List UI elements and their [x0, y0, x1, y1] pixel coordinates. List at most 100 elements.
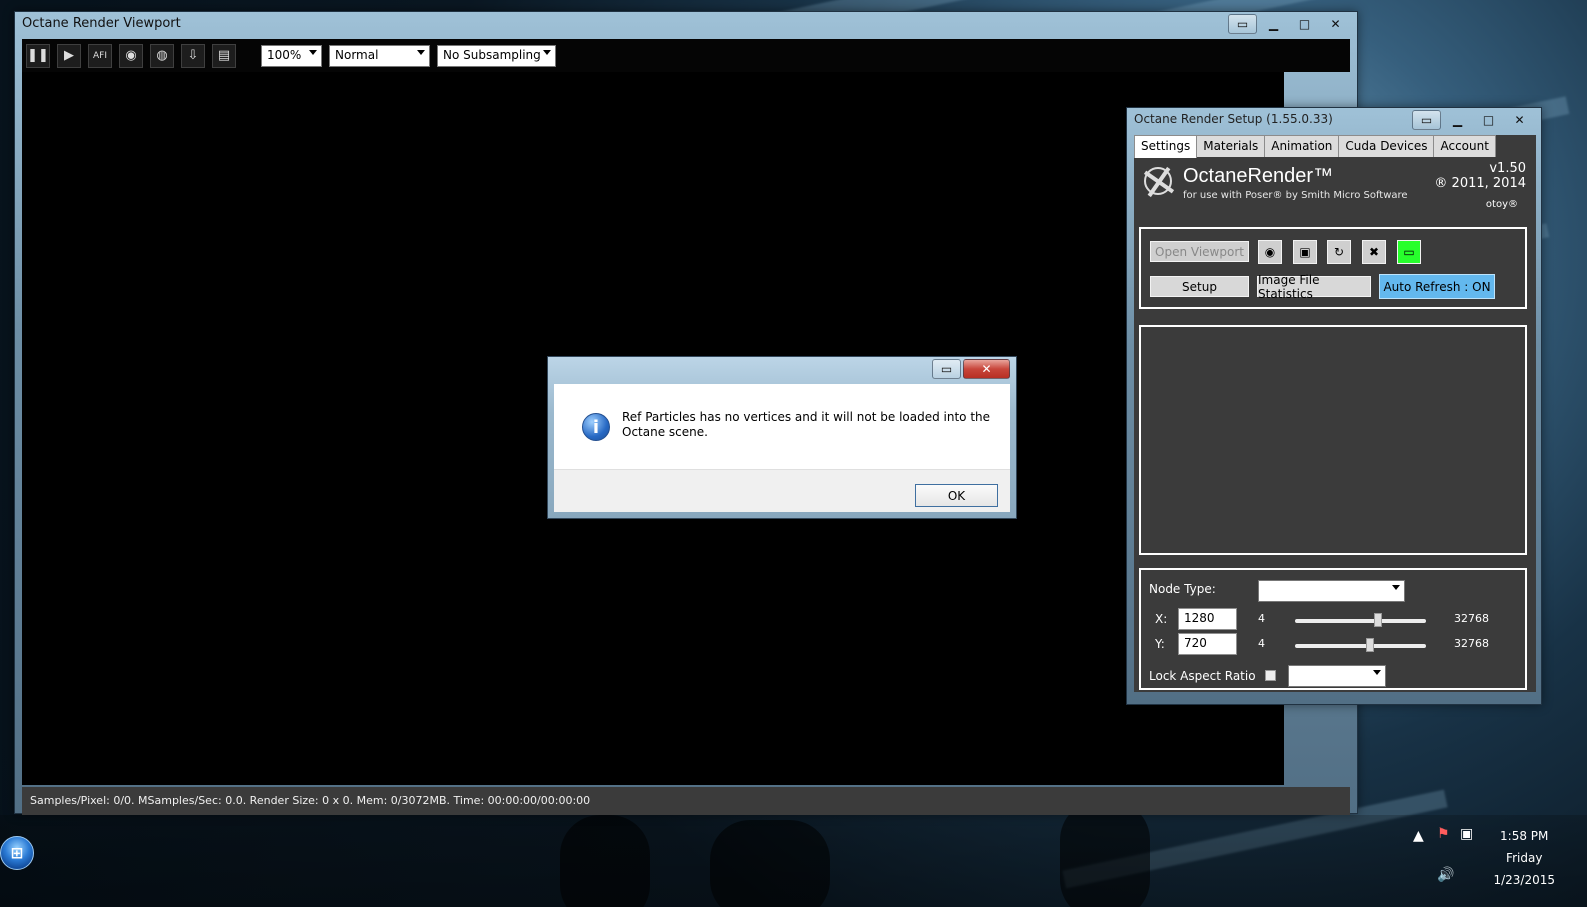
close-icon[interactable]: ✕ [1321, 14, 1350, 34]
x-slider-track[interactable] [1295, 619, 1426, 623]
chevron-down-icon [1392, 585, 1400, 590]
node-type-select[interactable] [1258, 580, 1405, 602]
restore-float-icon[interactable]: ▭ [1228, 14, 1257, 34]
tab-settings[interactable]: Settings [1134, 135, 1198, 158]
subsampling-value: No Subsampling [443, 47, 541, 62]
clock-date: 1/23/2015 [1493, 873, 1555, 887]
chevron-down-icon [309, 49, 317, 55]
y-field[interactable]: 720 [1178, 633, 1237, 655]
show-hidden-icons-icon[interactable]: ▲ [1413, 828, 1424, 844]
brand-name: OctaneRender™ [1183, 165, 1334, 187]
preview-panel [1139, 325, 1527, 555]
clock-time: 1:58 PM [1500, 829, 1549, 843]
tab-account[interactable]: Account [1433, 135, 1496, 157]
tab-cuda-devices[interactable]: Cuda Devices [1338, 135, 1435, 157]
save-icon: ▣ [1299, 245, 1311, 259]
image-file-statistics-button[interactable]: Image File Statistics [1257, 273, 1371, 301]
setup-title: Octane Render Setup (1.55.0.33) [1134, 112, 1333, 126]
camera-icon: ◉ [125, 48, 137, 63]
maximize-icon[interactable]: □ [1290, 14, 1319, 34]
x-max-label: 32768 [1454, 612, 1489, 625]
render-mode-value: Normal [335, 47, 379, 62]
restore-float-icon[interactable]: ▭ [932, 359, 961, 379]
setup-content: Settings Materials Animation Cuda Device… [1134, 135, 1536, 692]
document-icon: ▤ [217, 48, 231, 63]
node-settings-panel: Node Type: X: 1280 4 32768 Y: 720 4 3276… [1139, 568, 1527, 690]
y-max-label: 32768 [1454, 637, 1489, 650]
refresh-button[interactable]: ↻ [1327, 240, 1351, 264]
dialog-footer: OK [554, 469, 1010, 512]
refresh-icon: ↻ [1333, 245, 1345, 259]
dialog-caption-buttons: ▭ ✕ [932, 359, 1010, 379]
clock[interactable]: 1:58 PM Friday 1/23/2015 [1493, 825, 1555, 891]
viewport-controls-panel: Open Viewport ◉ ▣ ↻ ✖ ▭ Setup Image File… [1139, 227, 1527, 309]
x-label: X: [1155, 612, 1168, 626]
brand-header: OctaneRender™ for use with Poser® by Smi… [1134, 157, 1536, 217]
brand-version-block: v1.50 ® 2011, 2014 [1434, 161, 1526, 191]
x-min-label: 4 [1258, 612, 1265, 625]
lock-aspect-ratio-label: Lock Aspect Ratio [1149, 669, 1256, 683]
aspect-preset-select[interactable] [1288, 665, 1386, 687]
restore-float-icon[interactable]: ▭ [1412, 110, 1441, 130]
play-button[interactable]: ▶ [57, 43, 81, 68]
chevron-down-icon [1373, 670, 1381, 675]
windows-logo-icon: ⊞ [10, 844, 24, 862]
copyright-years: ® 2011, 2014 [1434, 176, 1526, 191]
message-dialog: ▭ ✕ i Ref Particles has no vertices and … [547, 356, 1017, 519]
auto-refresh-toggle[interactable]: Auto Refresh : ON [1379, 274, 1495, 299]
setup-titlebar[interactable]: Octane Render Setup (1.55.0.33) ▭ ▁ □ ✕ [1127, 108, 1541, 132]
minimize-icon[interactable]: ▁ [1443, 110, 1472, 130]
viewport-toolbar: ❚❚ ▶ AFI ◉ ◍ ⇩ ▤ 100% Normal No Subsampl… [22, 39, 1350, 72]
viewport-title: Octane Render Viewport [22, 16, 181, 31]
minimize-icon[interactable]: ▁ [1259, 14, 1288, 34]
node-type-label: Node Type: [1149, 582, 1216, 596]
afi-icon: AFI [93, 50, 107, 61]
setup-window: Octane Render Setup (1.55.0.33) ▭ ▁ □ ✕ … [1126, 107, 1542, 705]
tab-materials[interactable]: Materials [1196, 135, 1266, 157]
save-button[interactable]: ▣ [1293, 240, 1317, 264]
start-button[interactable]: ⊞ [0, 836, 34, 870]
volume-icon[interactable]: 🔊 [1437, 867, 1454, 883]
eye-button[interactable]: ◉ [1258, 240, 1282, 264]
maximize-icon[interactable]: □ [1474, 110, 1503, 130]
network-icon[interactable]: ▣ [1460, 826, 1473, 842]
chevron-down-icon [543, 49, 551, 55]
camera-button[interactable]: ◉ [119, 43, 143, 68]
pause-button[interactable]: ❚❚ [26, 43, 50, 68]
close-icon[interactable]: ✕ [1505, 110, 1534, 130]
play-icon: ▶ [64, 48, 74, 63]
close-icon[interactable]: ✕ [963, 359, 1010, 379]
viewport-caption-buttons: ▭ ▁ □ ✕ [1228, 14, 1350, 34]
lock-aspect-ratio-checkbox[interactable] [1265, 670, 1276, 681]
version-text: v1.50 [1489, 161, 1526, 176]
pause-icon: ❚❚ [27, 48, 49, 63]
display-button[interactable]: ▭ [1397, 240, 1421, 264]
ok-button[interactable]: OK [915, 484, 998, 507]
log-button[interactable]: ▤ [212, 43, 236, 68]
tab-animation[interactable]: Animation [1264, 135, 1340, 157]
import-icon: ⇩ [187, 48, 199, 63]
stop-button[interactable]: ✖ [1362, 240, 1386, 264]
dialog-titlebar[interactable]: ▭ ✕ [548, 357, 1016, 381]
afi-button[interactable]: AFI [88, 43, 112, 68]
subsampling-select[interactable]: No Subsampling [437, 44, 556, 67]
x-slider-thumb[interactable] [1374, 613, 1382, 627]
open-viewport-button[interactable]: Open Viewport [1150, 241, 1249, 262]
zoom-select[interactable]: 100% [261, 44, 322, 67]
setup-button[interactable]: Setup [1150, 276, 1249, 297]
y-slider-track[interactable] [1295, 644, 1426, 648]
eye-icon: ◉ [1264, 245, 1276, 259]
chevron-down-icon [417, 49, 425, 55]
stop-icon: ✖ [1368, 245, 1380, 259]
x-field[interactable]: 1280 [1178, 608, 1237, 630]
brand-subtitle: for use with Poser® by Smith Micro Softw… [1183, 190, 1408, 201]
color-button[interactable]: ◍ [150, 43, 174, 68]
zoom-value: 100% [267, 47, 302, 62]
action-center-flag-icon[interactable]: ⚑ [1437, 826, 1450, 842]
viewport-titlebar[interactable]: Octane Render Viewport ▭ ▁ □ ✕ [15, 12, 1357, 36]
import-button[interactable]: ⇩ [181, 43, 205, 68]
dialog-message: Ref Particles has no vertices and it wil… [622, 410, 991, 439]
y-slider-thumb[interactable] [1366, 638, 1374, 652]
render-mode-select[interactable]: Normal [329, 44, 430, 67]
viewport-status-bar: Samples/Pixel: 0/0. MSamples/Sec: 0.0. R… [22, 787, 1350, 815]
